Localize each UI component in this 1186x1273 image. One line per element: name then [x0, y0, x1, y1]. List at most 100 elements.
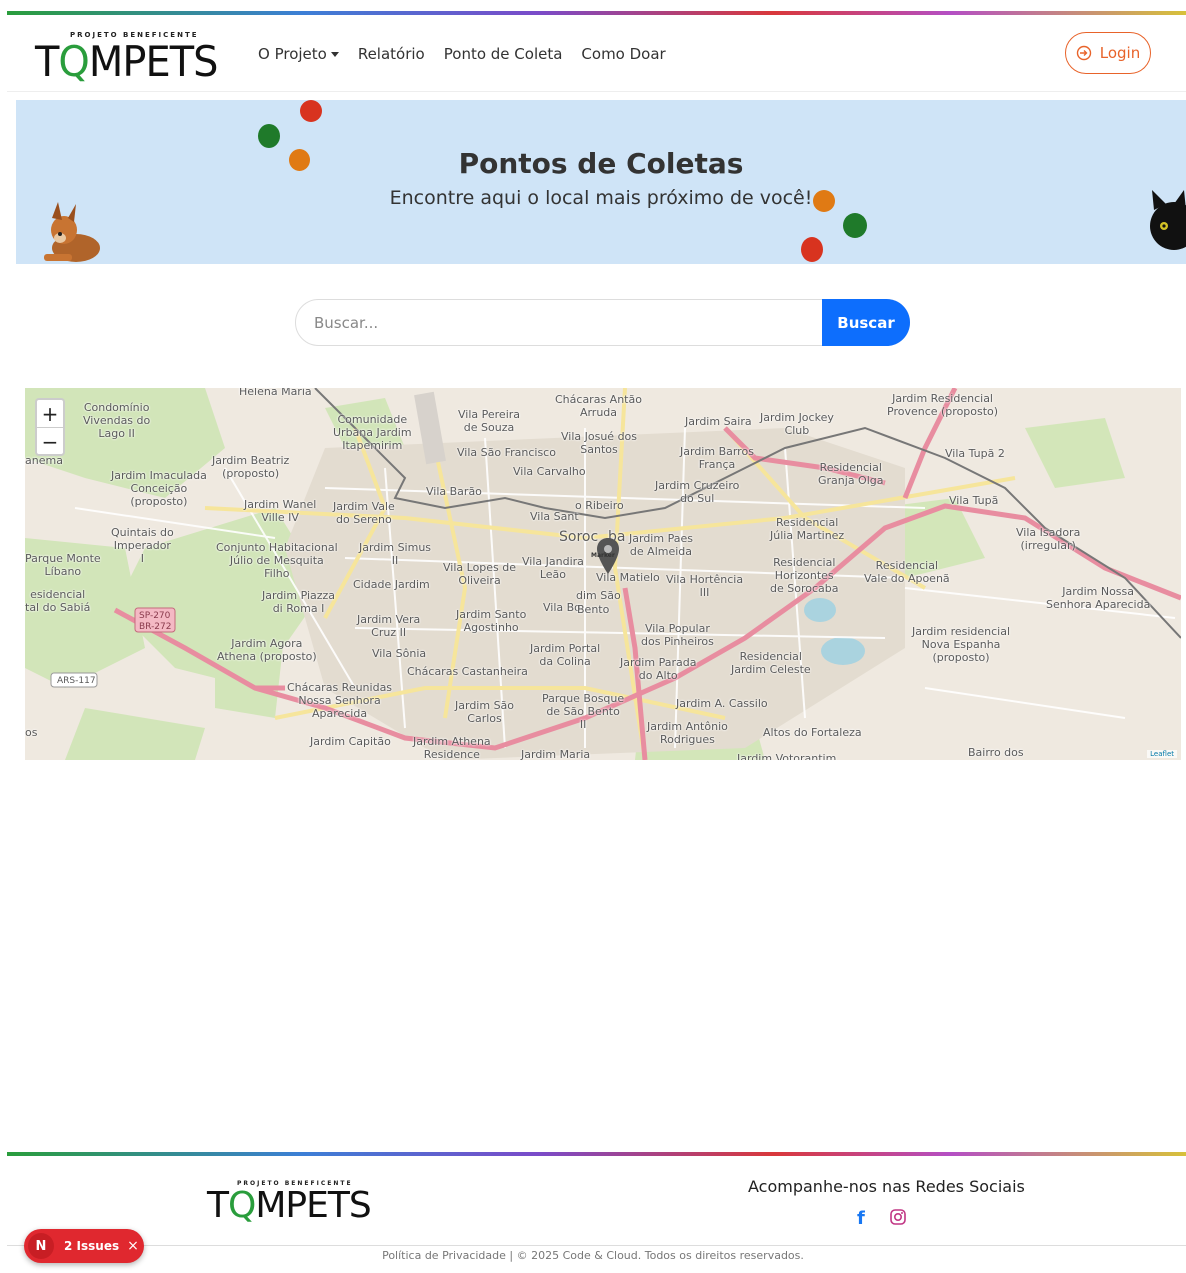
map-attribution[interactable]: Leaflet — [1147, 750, 1177, 758]
footer-logo[interactable]: PROJETO BENEFICENTE TQMPETS — [207, 1180, 372, 1230]
road-shield: ARS-117 — [57, 676, 96, 686]
login-label: Login — [1099, 44, 1141, 62]
kibble-decoration — [300, 100, 322, 122]
map-label: Residencial Vale do Apoenã — [864, 559, 950, 585]
map-label: Jardim Athena Residence — [413, 735, 491, 760]
map-label: Jardim Beatriz (proposto) — [212, 454, 290, 480]
map-label: Conjunto Habitacional Júlio de Mesquita Fi… — [216, 541, 338, 580]
map-label: Vila Hortência III — [666, 573, 744, 599]
logo[interactable]: PROJETO BENEFICENTE TQMPETS — [35, 31, 235, 87]
header: PROJETO BENEFICENTE TQMPETS O Projeto Re… — [7, 15, 1186, 92]
nav-item-como-doar[interactable]: Como Doar — [581, 45, 665, 63]
hero-banner: Pontos de Coletas Encontre aqui o local … — [16, 100, 1186, 264]
map-label: Vila São Francisco — [457, 446, 556, 459]
nextjs-icon: N — [28, 1233, 54, 1259]
map-label: Residencial Horizontes de Sorocaba — [770, 556, 839, 595]
map-label: Jardim Imaculada Conceição (proposto) — [111, 469, 207, 508]
kibble-decoration — [801, 237, 823, 262]
map-label: Vila Josué dos Santos — [561, 430, 638, 456]
map-label: Jardim Wanel Ville IV — [244, 498, 317, 524]
marker-label: Marker — [591, 552, 615, 559]
map-label: Vila Isadora (irregular) — [1016, 526, 1081, 552]
map-label: dim São — [576, 589, 621, 602]
map-label: Quintais do Imperador I — [111, 526, 174, 565]
social-title: Acompanhe-nos nas Redes Sociais — [748, 1177, 1025, 1196]
map-label: Vila Bo — [543, 601, 581, 614]
map-label: Bento — [577, 603, 610, 616]
nav-item-relatorio[interactable]: Relatório — [358, 45, 425, 63]
copyright: Política de Privacidade | © 2025 Code & … — [382, 1249, 804, 1262]
map-label: os — [25, 726, 38, 739]
map-label: Jardim Maria — [521, 748, 591, 760]
map-label: Jardim Parada do Alto — [620, 656, 697, 682]
login-icon — [1076, 45, 1091, 61]
map-label: Jardim Antônio Rodrigues — [647, 720, 728, 746]
map-label: Jardim Capitão — [310, 735, 391, 748]
zoom-in-button[interactable]: + — [37, 400, 63, 428]
map-label: Jardim Piazza di Roma I — [262, 589, 336, 615]
facebook-icon[interactable]: f — [857, 1208, 865, 1229]
map-label: Chácaras Castanheira — [407, 665, 528, 678]
map-label: Vila Barão — [426, 485, 482, 498]
map-label: Residencial Granja Olga — [818, 461, 884, 487]
map-label: Jardim Portal da Colina — [530, 642, 601, 668]
map-label: Jardim São Carlos — [455, 699, 515, 725]
map-label: Jardim Vale do Sereno — [333, 500, 395, 526]
map-label: Jardim Saira — [685, 415, 752, 428]
search-button[interactable]: Buscar — [822, 299, 910, 346]
main-nav: O Projeto Relatório Ponto de Coleta Como… — [258, 45, 666, 63]
map-label: Jardim Santo Agostinho — [456, 608, 527, 634]
nav-item-o-projeto[interactable]: O Projeto — [258, 45, 339, 63]
map-label: Jardim Simus II — [359, 541, 432, 567]
collection-points-map[interactable]: Helena Maria Condomínio Vivendas do Lago I… — [25, 388, 1181, 760]
map-label: Chácaras Antão Arruda — [555, 393, 642, 419]
map-label: Jardim residencial Nova Espanha (proposto) — [912, 625, 1011, 664]
login-button[interactable]: Login — [1065, 32, 1151, 74]
map-label: Jardim A. Cassilo — [676, 697, 768, 710]
map-label: Vila Lopes de Oliveira — [443, 561, 517, 587]
map-label: Vila Tupã 2 — [945, 447, 1005, 460]
logo-text: TQMPETS — [35, 37, 218, 86]
map-label: Chácaras Reunidas Nossa Senhora Aparecida — [287, 681, 393, 720]
map-label: Jardim Barros França — [680, 445, 754, 471]
footer-color-stripe — [7, 1152, 1186, 1156]
map-label: Bairro dos — [968, 746, 1024, 759]
map-label: Residencial Júlia Martinez — [770, 516, 845, 542]
map-label: Residencial Jardim Celeste — [731, 650, 811, 676]
map-label: Comunidade Urbana Jardim Itapemirim — [333, 413, 412, 452]
zoom-control: + − — [35, 398, 65, 456]
map-label: Parque Bosque de São Bento II — [542, 692, 625, 731]
map-label: Helena Maria — [239, 388, 312, 398]
issues-badge[interactable]: N 2 Issues × — [24, 1229, 144, 1263]
map-label: Vila Popular dos Pinheiros — [641, 622, 714, 648]
map-label: Jardim Agora Athena (proposto) — [217, 637, 317, 663]
map-label: Vila Sônia — [372, 647, 427, 660]
close-icon[interactable]: × — [127, 1238, 139, 1254]
map-label: Jardim Jockey Club — [760, 411, 834, 437]
search-input[interactable] — [296, 300, 821, 345]
search-bar: Buscar — [295, 299, 910, 346]
footer-divider — [7, 1245, 1186, 1246]
issues-label: 2 Issues — [64, 1239, 120, 1253]
map-label: Vila Tupã — [949, 494, 999, 507]
road-shield: BR-272 — [139, 622, 172, 632]
map-label: o Ribeiro — [575, 499, 624, 512]
kibble-decoration — [258, 124, 280, 148]
page-title: Pontos de Coletas — [458, 147, 744, 180]
map-label: Parque Monte Líbano — [25, 552, 101, 578]
kibble-decoration — [843, 213, 867, 238]
map-label: Jardim Votorantim — [737, 752, 837, 760]
page-subtitle: Encontre aqui o local mais próximo de vo… — [389, 187, 813, 209]
caret-down-icon — [330, 52, 339, 57]
map-label: Jardim Cruzeiro do Sul — [655, 479, 740, 505]
zoom-out-button[interactable]: − — [37, 428, 63, 455]
map-label: Vila Carvalho — [513, 465, 586, 478]
map-label: Condomínio Vivendas do Lago II — [83, 401, 151, 440]
map-label: Altos do Fortaleza — [763, 726, 862, 739]
nav-item-ponto-de-coleta[interactable]: Ponto de Coleta — [444, 45, 563, 63]
map-label: Jardim Residencial Provence (proposto) — [887, 392, 999, 418]
map-label: Jardim Vera Cruz II — [357, 613, 421, 639]
map-label: Jardim Paes de Almeida — [629, 532, 693, 558]
instagram-icon[interactable] — [890, 1209, 906, 1225]
map-label: esidencial tal do Sabiá — [25, 588, 91, 614]
